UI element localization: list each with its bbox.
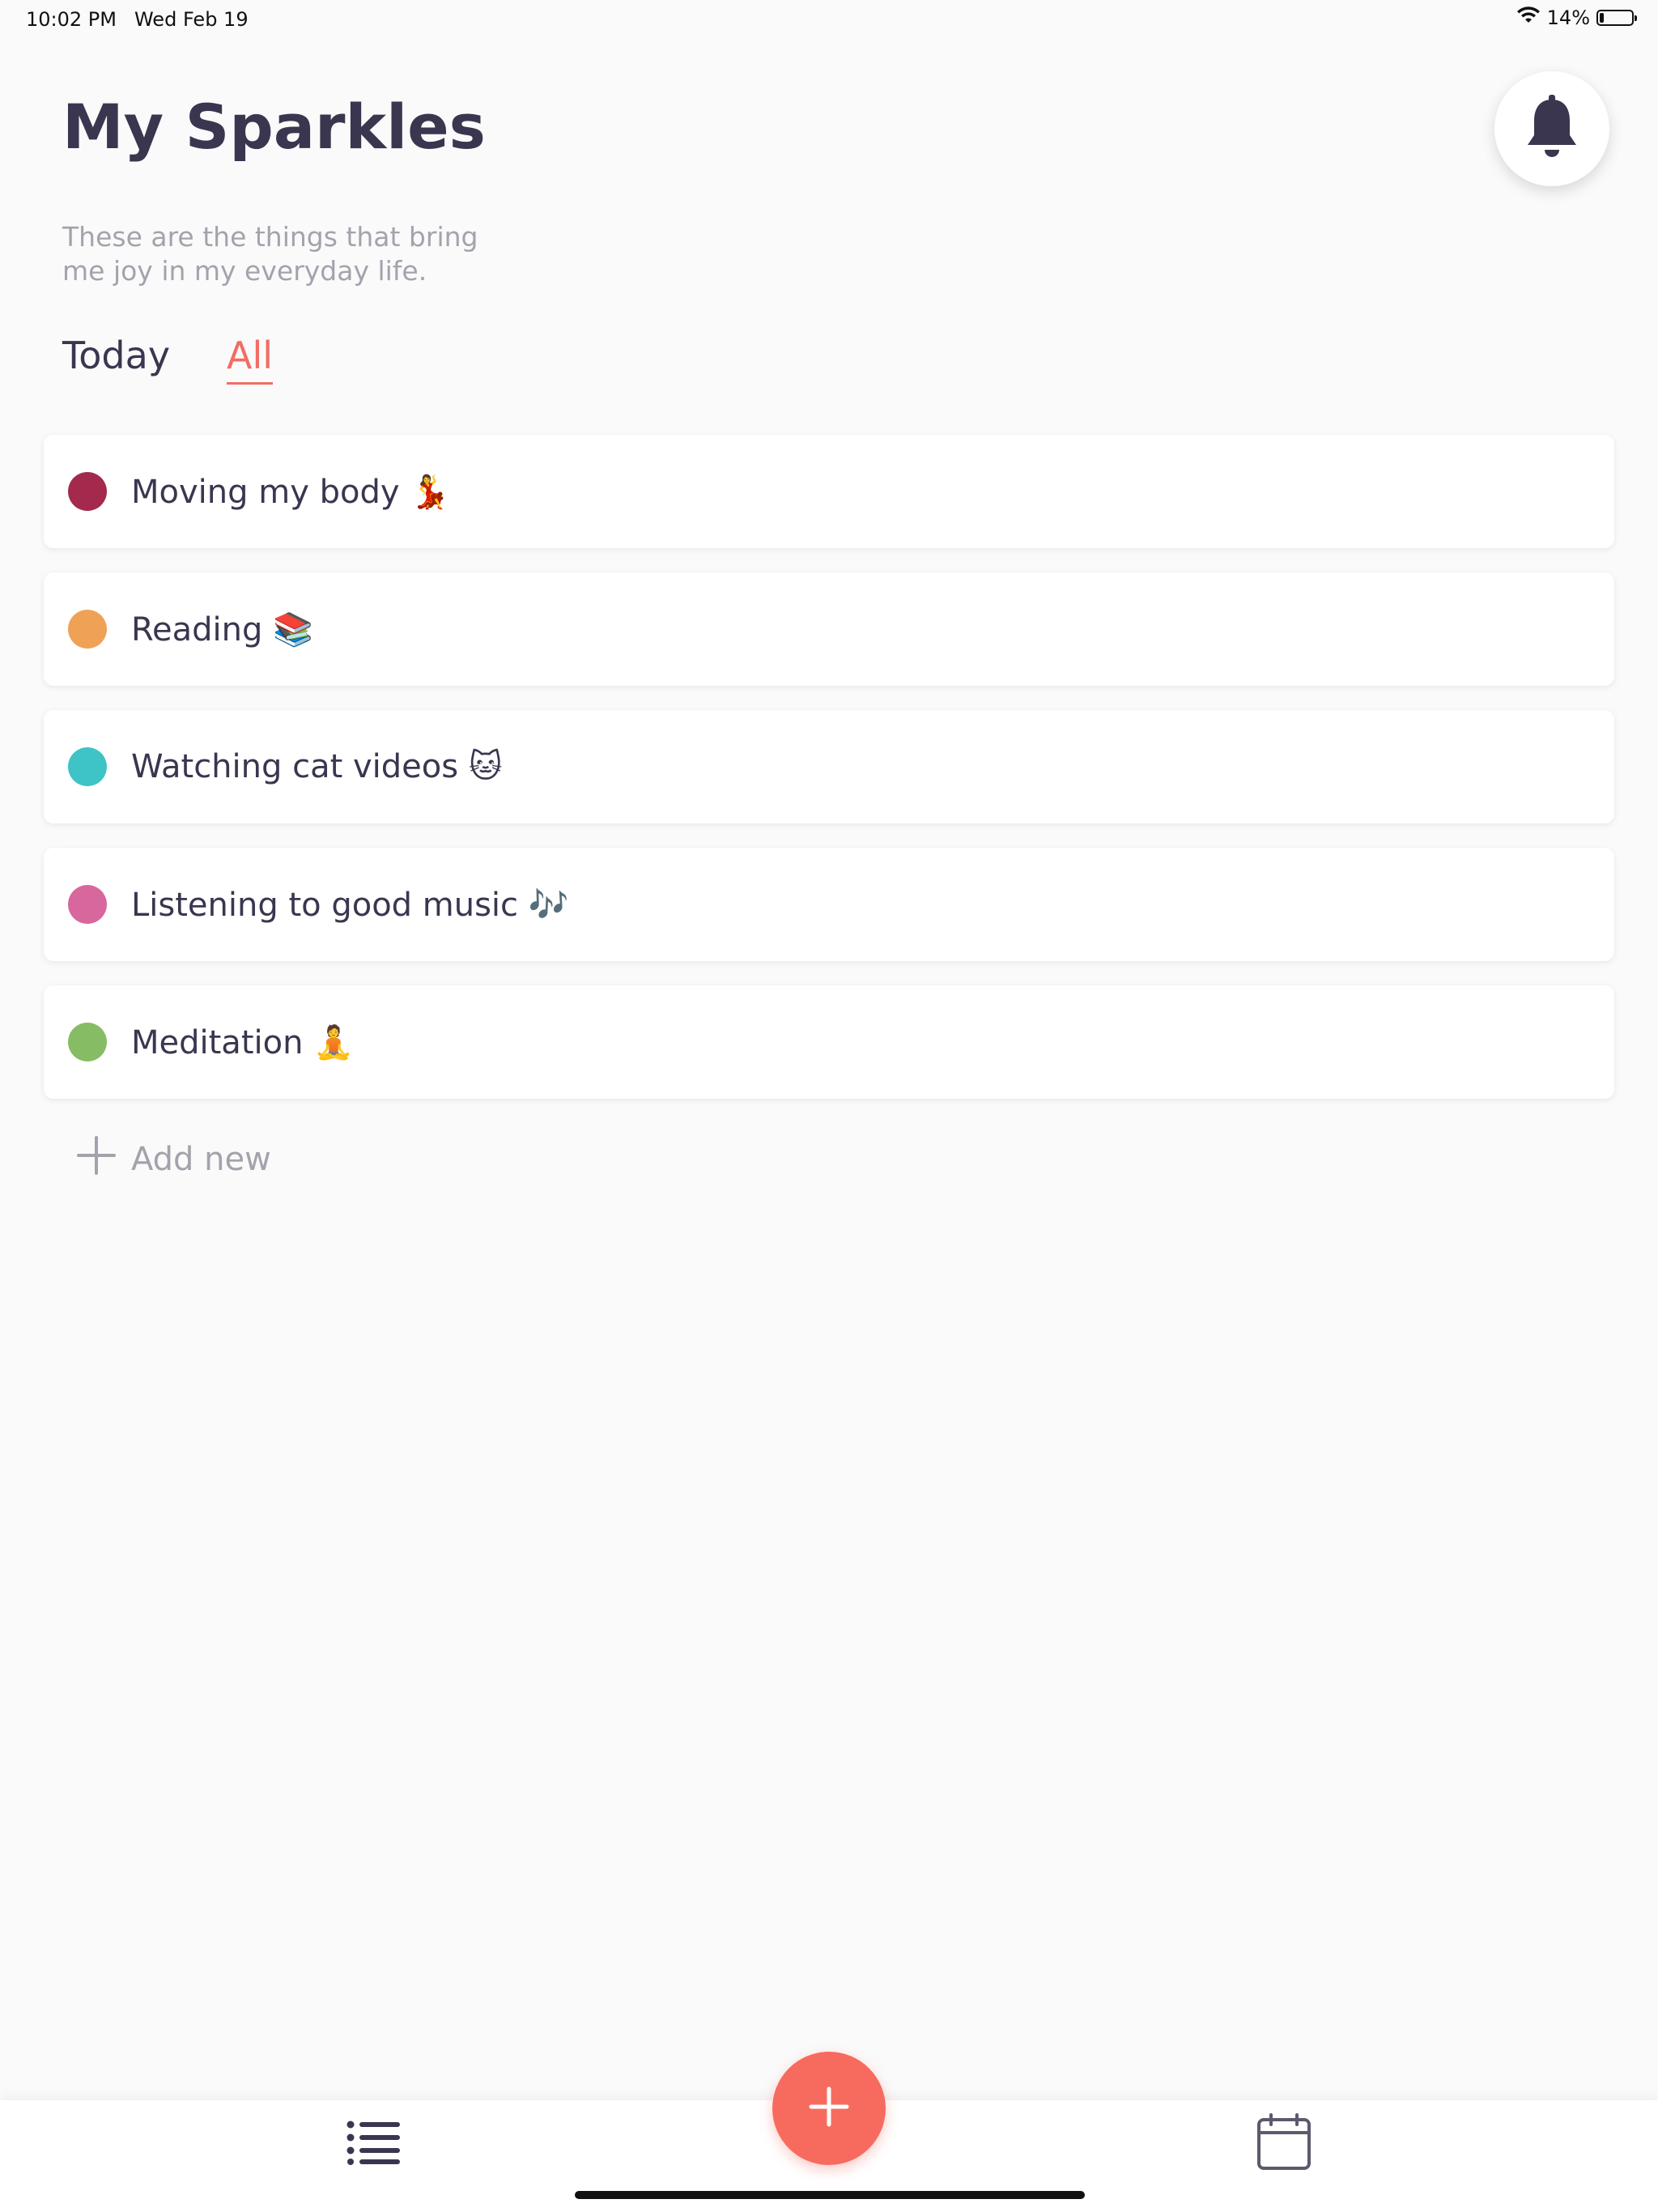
filter-tabs: Today All xyxy=(62,334,274,385)
list-item[interactable]: Reading 📚 xyxy=(44,572,1614,686)
home-indicator[interactable] xyxy=(575,2191,1085,2199)
list-item-label: Reading 📚 xyxy=(131,610,313,649)
battery-icon xyxy=(1596,10,1637,26)
color-dot xyxy=(68,472,107,511)
list-item[interactable]: Watching cat videos 🐱 xyxy=(44,710,1614,823)
calendar-tab-button[interactable] xyxy=(1256,2113,1312,2175)
list-item[interactable]: Listening to good music 🎶 xyxy=(44,848,1614,961)
status-time: 10:02 PM xyxy=(26,8,117,31)
add-new-button[interactable]: Add new xyxy=(76,1135,271,1184)
sparkles-list: Moving my body 💃 Reading 📚 Watching cat … xyxy=(44,435,1614,1123)
list-item-label: Watching cat videos 🐱 xyxy=(131,748,503,785)
list-item-label: Meditation 🧘 xyxy=(131,1023,354,1061)
status-bar: 10:02 PM Wed Feb 19 14% xyxy=(0,0,1658,39)
color-dot xyxy=(68,885,107,924)
page-subtitle: These are the things that bring me joy i… xyxy=(62,221,478,287)
calendar-icon xyxy=(1256,2113,1312,2175)
plus-icon xyxy=(76,1135,117,1184)
status-left: 10:02 PM Wed Feb 19 xyxy=(26,8,249,31)
list-item-label: Moving my body 💃 xyxy=(131,473,451,511)
plus-icon xyxy=(806,2084,852,2133)
bell-icon xyxy=(1524,95,1579,163)
battery-percent: 14% xyxy=(1546,6,1590,29)
tab-today[interactable]: Today xyxy=(62,334,170,385)
battery-fill xyxy=(1600,13,1604,23)
list-icon xyxy=(346,2121,402,2168)
notifications-button[interactable] xyxy=(1494,71,1609,186)
tab-all[interactable]: All xyxy=(227,334,274,385)
wifi-icon xyxy=(1516,6,1541,29)
list-tab-button[interactable] xyxy=(346,2120,402,2168)
list-item-label: Listening to good music 🎶 xyxy=(131,886,569,924)
list-item[interactable]: Meditation 🧘 xyxy=(44,985,1614,1099)
status-date: Wed Feb 19 xyxy=(134,8,249,31)
add-sparkle-fab[interactable] xyxy=(772,2052,886,2165)
color-dot xyxy=(68,610,107,649)
status-right: 14% xyxy=(1516,6,1637,29)
add-new-label: Add new xyxy=(131,1141,271,1178)
color-dot xyxy=(68,747,107,786)
list-item[interactable]: Moving my body 💃 xyxy=(44,435,1614,548)
color-dot xyxy=(68,1023,107,1061)
page-title: My Sparkles xyxy=(62,91,486,163)
